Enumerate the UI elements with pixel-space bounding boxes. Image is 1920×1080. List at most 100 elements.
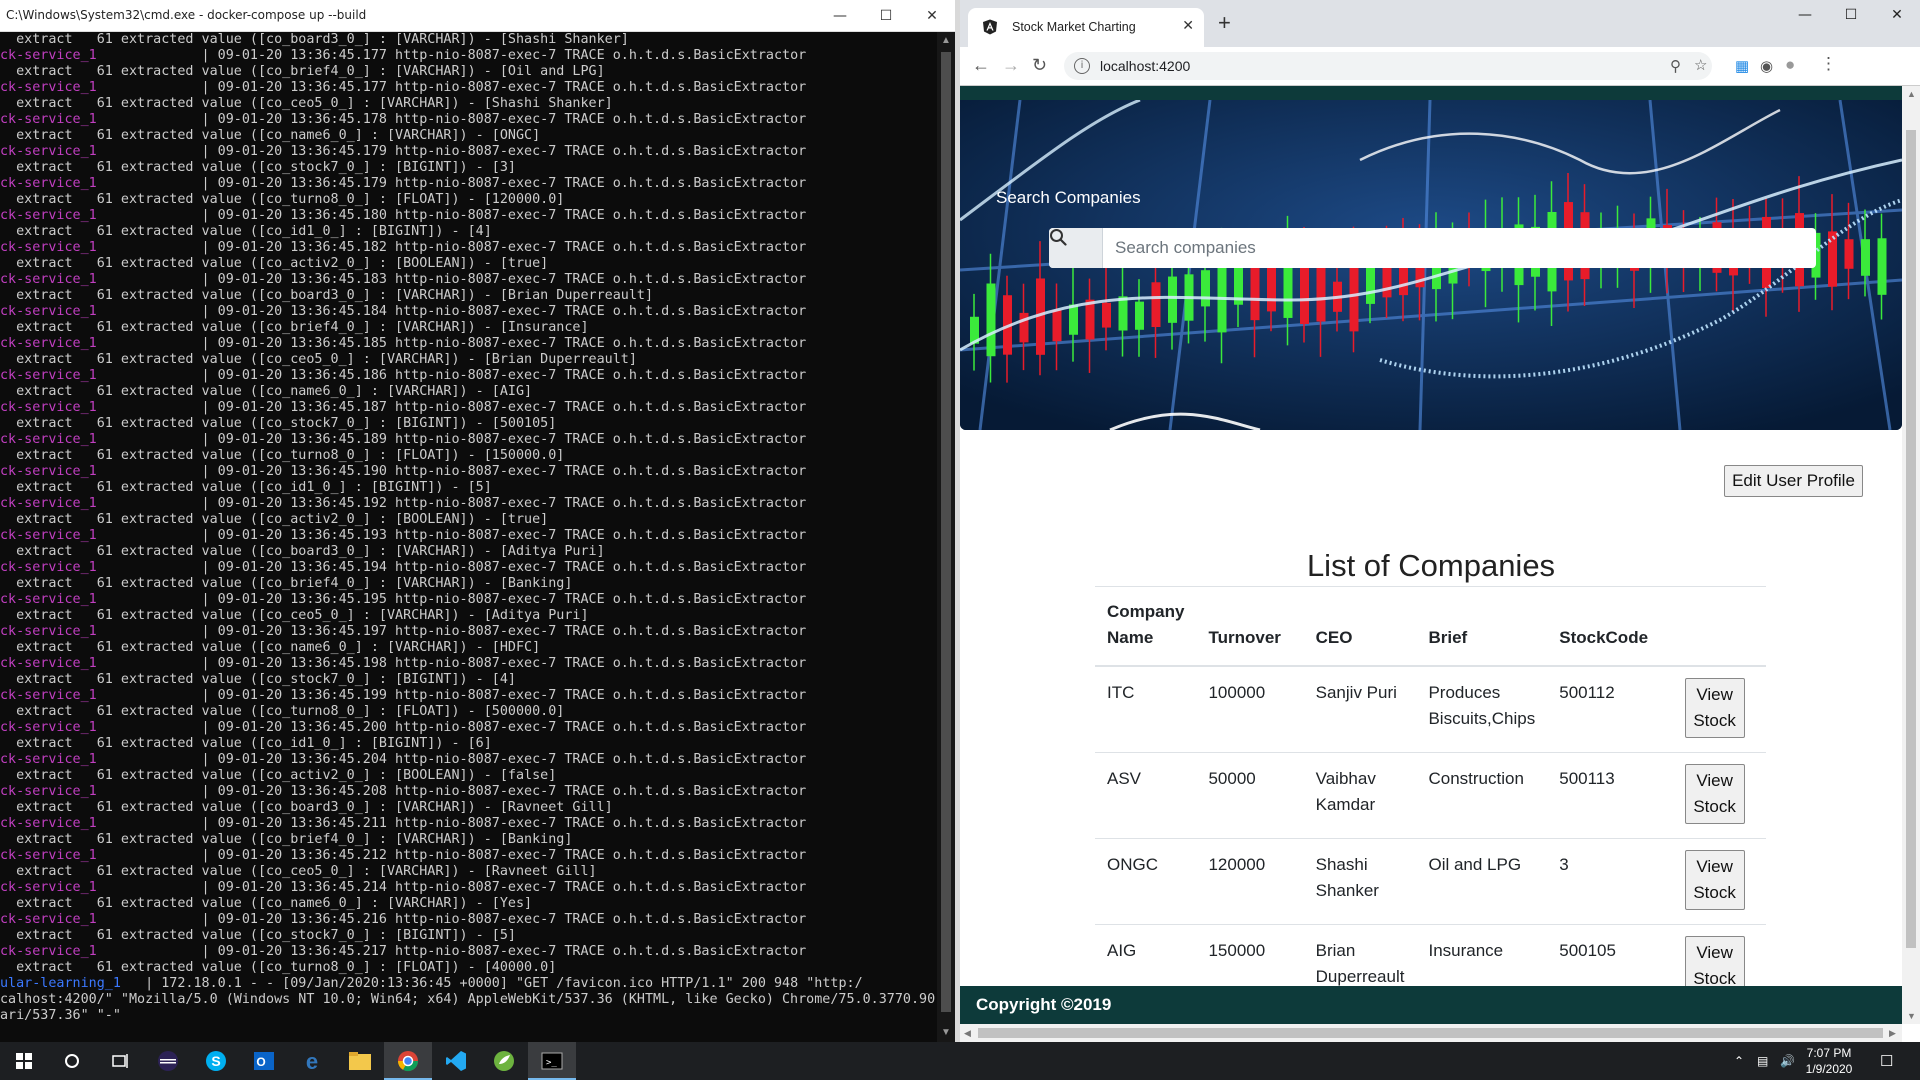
edge-icon[interactable]: e [288, 1042, 336, 1080]
vscode-icon[interactable] [432, 1042, 480, 1080]
skype-icon[interactable]: S [192, 1042, 240, 1080]
cell-ceo: Shashi Shanker [1303, 838, 1417, 925]
console-line: ck-service_1 | 09-01-20 13:36:45.177 htt… [0, 48, 937, 64]
action-center-icon[interactable]: ☐ [1880, 1052, 1893, 1070]
command-prompt-icon[interactable]: >_ [528, 1042, 576, 1080]
candle-body [1135, 301, 1144, 330]
log-text: | 09-01-20 13:36:45.182 http-nio-8087-ex… [96, 240, 807, 255]
bookmark-star-icon[interactable]: ☆ [1694, 56, 1707, 74]
edit-user-profile-button[interactable]: Edit User Profile [1724, 465, 1863, 497]
maximize-button[interactable]: ☐ [863, 0, 909, 31]
console-line: extract 61 extracted value ([co_board3_0… [0, 32, 937, 48]
clock-date: 1/9/2020 [1805, 1062, 1853, 1076]
log-text: extract 61 extracted value ([co_board3_0… [0, 288, 654, 303]
page-viewport[interactable]: Search Companies Edit User Profile List … [960, 86, 1902, 1024]
new-tab-button[interactable]: + [1218, 12, 1231, 34]
console-line: extract 61 extracted value ([co_name6_0_… [0, 384, 937, 400]
network-icon[interactable]: ▤ [1757, 1054, 1768, 1068]
extension-icon[interactable]: ◉ [1760, 57, 1773, 75]
svg-text:>_: >_ [546, 1058, 557, 1068]
copyright-text: Copyright ©2019 [976, 995, 1112, 1014]
view-stock-button[interactable]: View Stock [1684, 850, 1745, 910]
console-line: ck-service_1 | 09-01-20 13:36:45.180 htt… [0, 208, 937, 224]
svg-text:O: O [256, 1055, 265, 1069]
start-windows-icon[interactable] [0, 1042, 48, 1080]
close-button[interactable]: ✕ [1874, 2, 1920, 28]
chrome-icon[interactable] [384, 1042, 432, 1080]
console-line: ck-service_1 | 09-01-20 13:36:45.199 htt… [0, 688, 937, 704]
outlook-icon[interactable]: O [240, 1042, 288, 1080]
log-text: extract 61 extracted value ([co_stock7_0… [0, 672, 516, 687]
candle-body [1861, 239, 1870, 276]
browser-toolbar: ← → ↻ i localhost:4200 ⚲ ☆ ▦ ◉ ● ⋮ [960, 47, 1920, 86]
profile-avatar-icon[interactable]: ● [1785, 55, 1795, 75]
console-line: extract 61 extracted value ([co_id1_0_] … [0, 480, 937, 496]
spring-tool-suite-icon[interactable] [480, 1042, 528, 1080]
service-name: ck-service_1 [0, 48, 97, 63]
scroll-up-icon[interactable]: ▲ [1907, 89, 1916, 99]
tab-close-icon[interactable]: ✕ [1182, 17, 1194, 34]
view-stock-button[interactable]: View Stock [1684, 678, 1745, 738]
eclipse-icon[interactable] [144, 1042, 192, 1080]
system-clock[interactable]: 7:07 PM 1/9/2020 [1795, 1045, 1863, 1077]
volume-icon[interactable]: 🔊 [1780, 1054, 1795, 1068]
minimize-button[interactable]: — [817, 0, 863, 31]
scroll-down-icon[interactable]: ▼ [1907, 1011, 1916, 1021]
candle-body [1877, 238, 1887, 295]
forward-arrow-icon[interactable]: → [1002, 55, 1020, 75]
reload-icon[interactable]: ↻ [1032, 55, 1047, 75]
log-text: | 09-01-20 13:36:45.217 http-nio-8087-ex… [96, 944, 807, 959]
page-footer: Copyright ©2019 [960, 986, 1902, 1024]
tab-stock-market-charting[interactable]: Stock Market Charting ✕ [968, 8, 1204, 47]
scroll-down-icon[interactable]: ▼ [937, 1024, 955, 1042]
service-name: ck-service_1 [0, 432, 97, 447]
console-line: extract 61 extracted value ([co_turno8_0… [0, 960, 937, 976]
console-line: ular-learning_1 | 172.18.0.1 - - [09/Jan… [0, 976, 937, 992]
tray-chevron-icon[interactable]: ⌃ [1734, 1054, 1744, 1068]
candle-body [1217, 260, 1227, 333]
search-icon[interactable] [1049, 228, 1103, 268]
console-line: extract 61 extracted value ([co_stock7_0… [0, 672, 937, 688]
console-line: extract 61 extracted value ([co_ceo5_0_]… [0, 608, 937, 624]
view-stock-button[interactable]: View Stock [1684, 764, 1745, 824]
scrollbar-thumb[interactable] [1906, 130, 1916, 948]
cmd-titlebar[interactable]: C:\Windows\System32\cmd.exe - docker-com… [0, 0, 955, 32]
log-text: | 09-01-20 13:36:45.186 http-nio-8087-ex… [96, 368, 807, 383]
service-name: ck-service_1 [0, 112, 97, 127]
console-line: extract 61 extracted value ([co_activ2_0… [0, 512, 937, 528]
service-name: ck-service_1 [0, 848, 97, 863]
scrollbar-thumb[interactable] [978, 1028, 1883, 1038]
minimize-button[interactable]: — [1782, 2, 1828, 28]
cmd-scrollbar[interactable]: ▲ ▼ [937, 32, 955, 1042]
info-icon[interactable]: i [1074, 58, 1090, 74]
cmd-window: C:\Windows\System32\cmd.exe - docker-com… [0, 0, 955, 1042]
close-button[interactable]: ✕ [909, 0, 955, 31]
service-name: ck-service_1 [0, 80, 97, 95]
task-view-icon[interactable] [96, 1042, 144, 1080]
back-arrow-icon[interactable]: ← [972, 55, 990, 75]
menu-kebab-icon[interactable]: ⋮ [1820, 54, 1837, 74]
maximize-button[interactable]: ☐ [1828, 2, 1874, 28]
search-circle-icon[interactable] [48, 1042, 96, 1080]
search-companies-label: Search Companies [996, 188, 1141, 207]
cell-turnover: 50000 [1196, 752, 1304, 839]
log-text: extract 61 extracted value ([co_name6_0_… [0, 128, 541, 143]
log-text: extract 61 extracted value ([co_turno8_0… [0, 192, 565, 207]
console-output[interactable]: extract 61 extracted value ([co_board3_0… [0, 32, 937, 1032]
log-text: ari/537.36" "-" [0, 1008, 121, 1023]
angular-icon [983, 19, 997, 35]
file-explorer-icon[interactable] [336, 1042, 384, 1080]
address-bar[interactable]: i localhost:4200 ⚲ ☆ [1064, 52, 1712, 80]
scrollbar-thumb[interactable] [941, 52, 951, 1012]
cell-stockcode: 500113 [1547, 752, 1673, 839]
page-horizontal-scrollbar[interactable]: ◀ ▶ [960, 1024, 1902, 1042]
page-vertical-scrollbar[interactable]: ▲ ▼ [1902, 86, 1920, 1024]
scroll-left-icon[interactable]: ◀ [964, 1028, 971, 1039]
windows-extension-icon[interactable]: ▦ [1735, 57, 1749, 75]
zoom-icon[interactable]: ⚲ [1670, 57, 1681, 75]
console-line: extract 61 extracted value ([co_turno8_0… [0, 448, 937, 464]
scroll-up-icon[interactable]: ▲ [937, 32, 955, 50]
scroll-right-icon[interactable]: ▶ [1889, 1028, 1896, 1039]
search-input[interactable] [1103, 228, 1816, 268]
service-name: ck-service_1 [0, 624, 97, 639]
